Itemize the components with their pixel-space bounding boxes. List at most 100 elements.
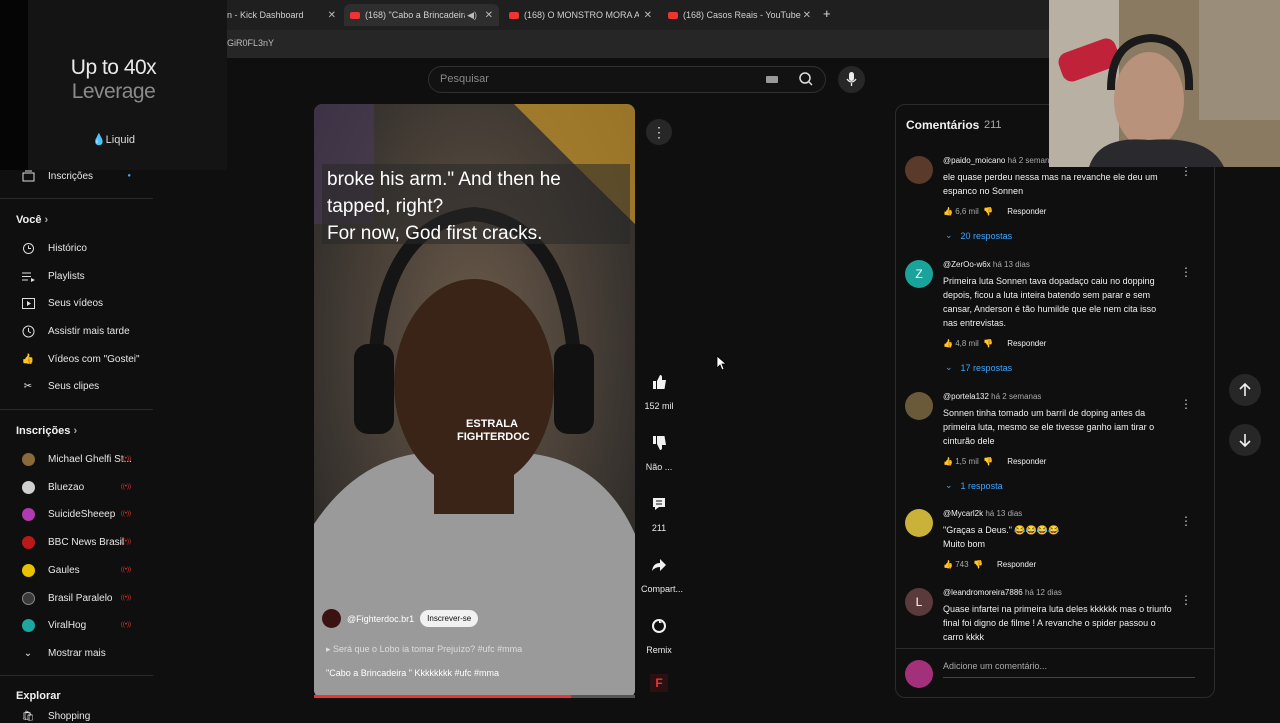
comment-actions: 👍 4,8 mil 👎 Responder (943, 339, 1046, 348)
sidebar-item-label: Michael Ghelfi St... (48, 453, 132, 465)
tab-casos-reais[interactable]: (168) Casos Reais - YouTube ✕ (662, 4, 817, 26)
thumbs-down-icon[interactable]: 👎 (983, 457, 993, 466)
playlists-icon (17, 271, 39, 282)
commenter-avatar[interactable]: L (905, 588, 933, 616)
comment-like-count: 4,8 mil (955, 339, 979, 348)
sidebar-item-label: Assistir mais tarde (48, 325, 130, 337)
url-text[interactable]: GiR0FL3nY (227, 38, 274, 48)
sidebar-item-watch-later[interactable]: Assistir mais tarde (0, 318, 155, 344)
input-underline (943, 677, 1195, 678)
subscriptions-heading[interactable]: Inscrições › (16, 425, 77, 437)
comment-author[interactable]: @ZerOo-w6x (943, 260, 991, 269)
sidebar-item-liked-videos[interactable]: 👍 Vídeos com "Gostei" (0, 346, 155, 372)
sidebar-item-playlists[interactable]: Playlists (0, 263, 155, 289)
like-icon: 👍 (21, 353, 35, 365)
reply-button[interactable]: Responder (997, 560, 1036, 569)
speaker-icon[interactable]: ◀) (467, 10, 477, 21)
webcam-feed (1049, 0, 1280, 167)
sidebar-item-label: Playlists (48, 270, 85, 282)
related-video-link[interactable]: ▸ Será que o Lobo ia tomar Prejuízo? #uf… (326, 644, 522, 655)
sidebar-sub-michael-ghelfi[interactable]: Michael Ghelfi St... ((•)) (0, 446, 155, 472)
previous-short-button[interactable] (1229, 374, 1261, 406)
comment-menu-icon[interactable]: ⋮ (1180, 593, 1192, 607)
search-button[interactable] (787, 66, 826, 93)
comment-meta: @Mycarl2k há 13 dias (943, 509, 1022, 518)
thumbs-down-icon[interactable]: 👎 (983, 207, 993, 216)
thumbs-down-icon[interactable]: 👎 (973, 560, 983, 569)
thumbs-up-icon[interactable]: 👍 (943, 560, 953, 569)
subscribe-button[interactable]: Inscrever-se (420, 610, 479, 627)
comment-menu-icon[interactable]: ⋮ (1180, 265, 1192, 279)
thumbs-down-icon[interactable]: 👎 (983, 339, 993, 348)
share-button[interactable]: Compart... (641, 552, 683, 594)
video-title[interactable]: "Cabo a Brincadeira " Kkkkkkkk #ufc #mma (326, 668, 499, 678)
sidebar-sub-viralhog[interactable]: ViralHog ((•)) (0, 612, 155, 638)
remix-icon (646, 613, 672, 639)
sound-thumbnail[interactable]: F (650, 674, 668, 692)
webcam-overlay (1049, 0, 1280, 167)
thumbs-up-icon[interactable]: 👍 (943, 207, 953, 216)
thumbs-up-icon[interactable]: 👍 (943, 457, 953, 466)
channel-handle[interactable]: @Fighterdoc.br1 (347, 614, 414, 624)
sidebar-item-history[interactable]: Histórico (0, 235, 155, 261)
reply-button[interactable]: Responder (1007, 339, 1046, 348)
tab-kick-dashboard[interactable]: n - Kick Dashboard ✕ (227, 4, 342, 26)
comment-author[interactable]: @Mycarl2k (943, 509, 983, 518)
sidebar-sub-bbc-news-brasil[interactable]: BBC News Brasil ((•)) (0, 529, 155, 555)
comment-menu-icon[interactable]: ⋮ (1180, 397, 1192, 411)
channel-avatar[interactable] (322, 609, 341, 628)
sidebar-sub-bluezao[interactable]: Bluezao ((•)) (0, 474, 155, 500)
close-icon[interactable]: ✕ (328, 10, 336, 21)
comment-author[interactable]: @leandromoreira7886 (943, 588, 1023, 597)
comment-text: Primeira luta Sonnen tava dopadaço caiu … (943, 276, 1157, 328)
sidebar-sub-brasil-paralelo[interactable]: Brasil Paralelo ((•)) (0, 585, 155, 611)
view-replies-button[interactable]: ⌄ 17 respostas (945, 362, 1012, 373)
next-short-button[interactable] (1229, 424, 1261, 456)
sidebar-show-more[interactable]: ⌄ Mostrar mais (0, 640, 155, 666)
tab-o-monstro[interactable]: (168) O MONSTRO MORA AO L ✕ (503, 4, 658, 26)
new-tab-button[interactable]: + (823, 6, 831, 21)
view-replies-button[interactable]: ⌄ 1 resposta (945, 480, 1003, 491)
live-icon: ((•)) (120, 595, 131, 601)
close-icon[interactable]: ✕ (644, 10, 652, 21)
ad-brand-label: Liquid (105, 134, 136, 146)
add-comment-input[interactable]: Adicione um comentário... (943, 661, 1047, 671)
close-icon[interactable]: ✕ (803, 10, 811, 21)
thumbs-up-icon[interactable]: 👍 (943, 339, 953, 348)
live-icon: ((•)) (120, 539, 131, 545)
keyboard-icon[interactable] (766, 76, 778, 83)
live-icon: ((•)) (120, 484, 131, 490)
comment-author[interactable]: @portela132 (943, 392, 989, 401)
commenter-avatar[interactable] (905, 392, 933, 420)
comment-actions: 👍 1,5 mil 👎 Responder (943, 457, 1046, 466)
commenter-avatar[interactable]: Z (905, 260, 933, 288)
comment-author[interactable]: @paido_moicano (943, 156, 1005, 165)
close-icon[interactable]: ✕ (485, 10, 493, 21)
comment-time: há 13 dias (985, 509, 1023, 518)
reply-button[interactable]: Responder (1007, 457, 1046, 466)
reply-button[interactable]: Responder (1007, 207, 1046, 216)
like-button[interactable]: 152 mil (641, 369, 677, 411)
view-replies-button[interactable]: ⌄ 20 respostas (945, 230, 1012, 241)
sidebar-item-your-videos[interactable]: Seus vídeos (0, 290, 155, 316)
sidebar-item-your-clips[interactable]: ✂ Seus clipes (0, 373, 155, 399)
share-icon (646, 552, 672, 578)
more-options-icon[interactable]: ⋮ (646, 119, 672, 145)
sidebar-item-label: Vídeos com "Gostei" (48, 353, 140, 365)
search-input[interactable]: Pesquisar (440, 73, 489, 85)
sidebar-item-label: Brasil Paralelo (48, 592, 113, 604)
remix-button[interactable]: Remix (641, 613, 677, 655)
comments-button[interactable]: 211 (641, 491, 677, 533)
commenter-avatar[interactable] (905, 156, 933, 184)
voice-search-button[interactable] (838, 66, 865, 93)
comment-menu-icon[interactable]: ⋮ (1180, 514, 1192, 528)
sidebar-sub-suicidesheeep[interactable]: SuicideSheeep ((•)) (0, 501, 155, 527)
dislike-button[interactable]: Não ... (641, 430, 677, 472)
commenter-avatar[interactable] (905, 509, 933, 537)
sidebar-sub-gaules[interactable]: Gaules ((•)) (0, 557, 155, 583)
you-heading[interactable]: Você › (16, 214, 48, 226)
replies-label: 17 respostas (960, 362, 1013, 373)
sidebar-item-shopping[interactable]: 🛍 Shopping (0, 709, 155, 723)
tab-cabo-a-brincadeira[interactable]: (168) "Cabo a Brincadeira " ◀) ✕ (344, 4, 499, 26)
sidebar-item-subscriptions[interactable]: Inscrições ● (0, 163, 155, 189)
